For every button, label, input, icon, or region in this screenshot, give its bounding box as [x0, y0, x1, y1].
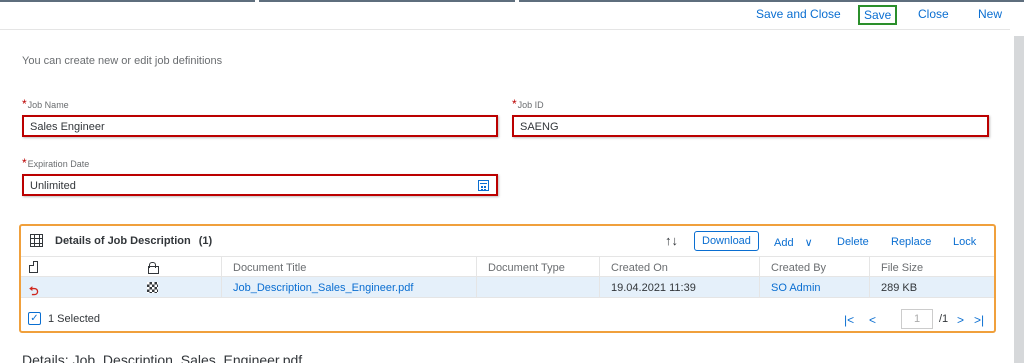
- pdf-icon: ⮌: [29, 284, 39, 298]
- table-footer: ✓ 1 Selected |< < 1 /1 > >|: [21, 308, 994, 331]
- page-number-input[interactable]: 1: [901, 309, 933, 329]
- select-checkbox[interactable]: ✓: [28, 312, 41, 325]
- job-definition-page: Save and Close Save Close New You can cr…: [0, 0, 1024, 363]
- close-button[interactable]: Close: [918, 7, 949, 21]
- expiration-date-field[interactable]: Unlimited: [22, 174, 498, 196]
- job-description-panel: Details of Job Description (1) ↑↓ Downloa…: [19, 224, 996, 333]
- last-page-button[interactable]: >|: [974, 313, 984, 327]
- vertical-scrollbar[interactable]: [1014, 36, 1024, 363]
- file-size-cell: 289 KB: [881, 282, 918, 294]
- required-marker: *: [22, 97, 27, 111]
- column-header-document-type[interactable]: Document Type: [488, 262, 565, 274]
- column-header-document-title[interactable]: Document Title: [233, 262, 306, 274]
- column-header-created-on[interactable]: Created On: [611, 262, 668, 274]
- delete-button[interactable]: Delete: [837, 236, 869, 248]
- first-page-button[interactable]: |<: [844, 313, 854, 327]
- selection-count: 1 Selected: [48, 313, 100, 325]
- table-header: Document Title Document Type Created On …: [21, 256, 994, 277]
- table-icon: [30, 234, 43, 247]
- table-row[interactable]: Job_Description_Sales_Engineer.pdf 19.04…: [21, 277, 994, 298]
- details-heading: Details: Job_Description_Sales_Engineer.…: [22, 352, 303, 363]
- intro-text: You can create new or edit job definitio…: [22, 55, 223, 67]
- created-by-link[interactable]: SO Admin: [771, 282, 821, 294]
- document-title-link[interactable]: Job_Description_Sales_Engineer.pdf: [233, 282, 413, 294]
- column-header-created-by[interactable]: Created By: [771, 262, 826, 274]
- lock-icon: [148, 262, 159, 274]
- thumbnail-icon: [147, 282, 158, 293]
- action-toolbar: Save and Close Save Close New: [0, 0, 1010, 30]
- chevron-down-icon: ∨: [804, 237, 813, 249]
- previous-page-button[interactable]: <: [869, 313, 876, 327]
- job-id-label: *Job ID: [512, 97, 544, 111]
- expiration-date-label: *Expiration Date: [22, 156, 90, 170]
- next-page-button[interactable]: >: [957, 313, 964, 327]
- panel-title: Details of Job Description (1): [55, 235, 213, 247]
- document-icon: [29, 261, 38, 273]
- new-button[interactable]: New: [978, 7, 1002, 21]
- add-button[interactable]: Add ∨: [774, 236, 813, 249]
- save-and-close-button[interactable]: Save and Close: [756, 7, 841, 21]
- job-name-label: *Job Name: [22, 97, 69, 111]
- lock-button[interactable]: Lock: [953, 236, 976, 248]
- column-header-file-size[interactable]: File Size: [881, 262, 923, 274]
- required-marker: *: [512, 97, 517, 111]
- sort-icon[interactable]: ↑↓: [665, 233, 678, 248]
- calendar-icon[interactable]: [478, 180, 489, 191]
- job-id-field[interactable]: SAENG: [512, 115, 989, 137]
- job-name-field[interactable]: Sales Engineer: [22, 115, 498, 137]
- expiration-date-value: Unlimited: [30, 180, 76, 192]
- created-on-cell: 19.04.2021 11:39: [611, 282, 696, 294]
- replace-button[interactable]: Replace: [891, 236, 931, 248]
- download-button[interactable]: Download: [694, 231, 759, 251]
- page-total: /1: [939, 313, 949, 325]
- required-marker: *: [22, 156, 27, 170]
- save-button[interactable]: Save: [858, 5, 898, 25]
- item-count: (1): [198, 235, 213, 247]
